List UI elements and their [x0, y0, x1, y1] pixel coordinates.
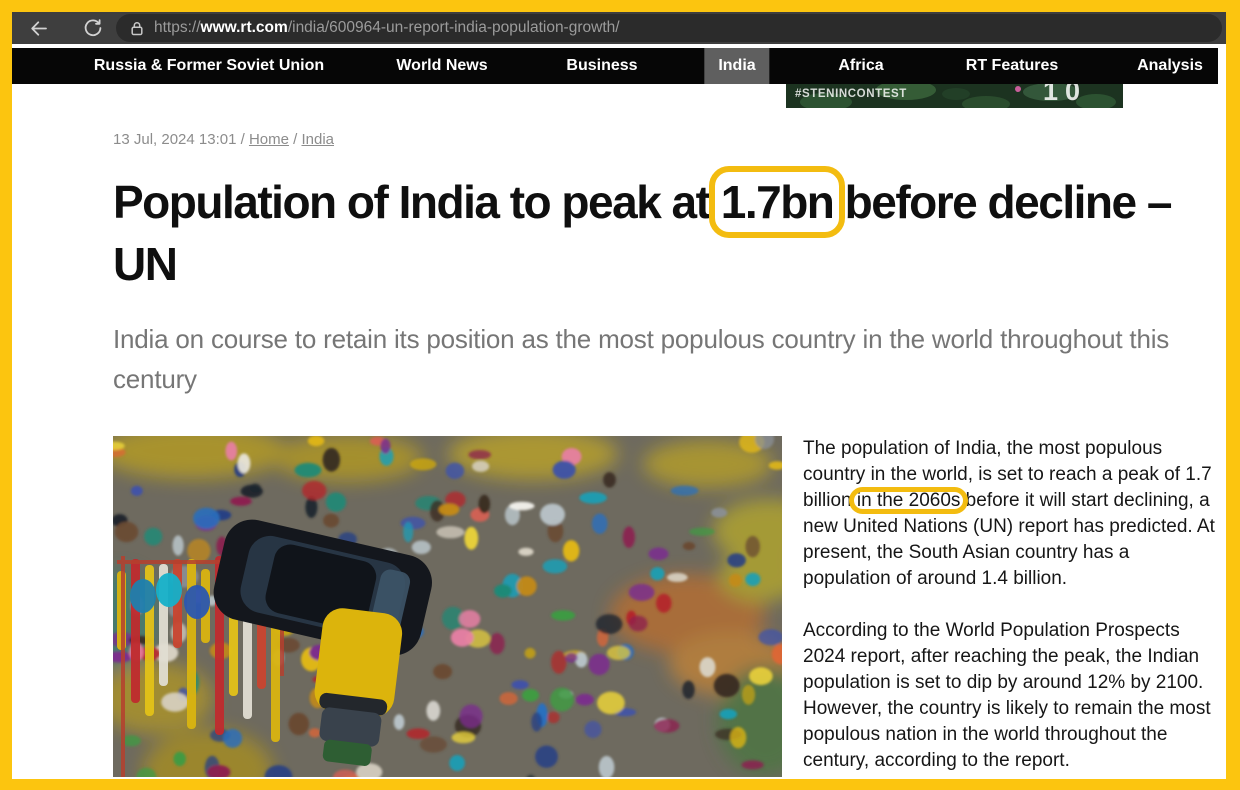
back-arrow-icon	[29, 19, 49, 38]
nav-item-analysis[interactable]: Analysis	[1137, 48, 1203, 84]
standfirst: India on course to retain its position a…	[113, 319, 1183, 399]
refresh-icon	[83, 18, 103, 38]
paragraph-annotation-2060s: in the 2060s	[857, 490, 961, 511]
contest-banner[interactable]: #STENINCONTEST 10	[786, 84, 1123, 108]
page-border: https://www.rt.com/india/600964-un-repor…	[0, 0, 1240, 790]
url-domain: www.rt.com	[201, 19, 288, 36]
article-columns: The population of India, the most populo…	[113, 436, 1226, 777]
nav-item-world-news[interactable]: World News	[396, 48, 487, 84]
lock-icon	[129, 20, 145, 37]
nav-item-africa[interactable]: Africa	[838, 48, 883, 84]
crowded-market-image	[113, 436, 782, 777]
headline: Population of India to peak at 1.7bn bef…	[113, 171, 1205, 295]
breadcrumb-separator: /	[241, 131, 245, 148]
headline-text: Population of India to peak at	[113, 176, 721, 228]
banner-partial-logo: 10	[1043, 84, 1087, 107]
browser-chrome: https://www.rt.com/india/600964-un-repor…	[12, 12, 1226, 44]
back-button[interactable]	[22, 14, 56, 42]
nav-item-russia-fsu[interactable]: Russia & Former Soviet Union	[94, 48, 324, 84]
nav-item-india-active[interactable]: India	[704, 48, 769, 84]
refresh-button[interactable]	[76, 14, 110, 42]
paragraph-1: The population of India, the most populo…	[803, 436, 1217, 592]
breadcrumb-home-link[interactable]: Home	[249, 131, 289, 148]
nav-item-business[interactable]: Business	[566, 48, 637, 84]
breadcrumb-india-link[interactable]: India	[301, 131, 334, 148]
article-body: The population of India, the most populo…	[803, 436, 1217, 777]
browser-window: https://www.rt.com/india/600964-un-repor…	[12, 12, 1226, 779]
article-image	[113, 436, 782, 777]
banner-hashtag: #STENINCONTEST	[795, 88, 907, 100]
url-scheme: https://	[154, 19, 201, 36]
url-path: /india/600964-un-report-india-population…	[288, 19, 620, 36]
breadcrumb-separator: /	[293, 131, 297, 148]
breadcrumb: 13 Jul, 2024 13:01 / Home / India	[113, 130, 1226, 150]
nav-item-rt-features[interactable]: RT Features	[966, 48, 1058, 84]
paragraph-2: According to the World Population Prospe…	[803, 618, 1217, 774]
headline-annotation-1-7bn: 1.7bn	[721, 176, 834, 228]
url-text: https://www.rt.com/india/600964-un-repor…	[154, 19, 620, 37]
site-nav: Russia & Former Soviet Union World News …	[12, 48, 1218, 84]
article: 13 Jul, 2024 13:01 / Home / India Popula…	[113, 130, 1226, 777]
url-bar[interactable]: https://www.rt.com/india/600964-un-repor…	[116, 14, 1222, 42]
publish-date: 13 Jul, 2024 13:01	[113, 131, 236, 148]
